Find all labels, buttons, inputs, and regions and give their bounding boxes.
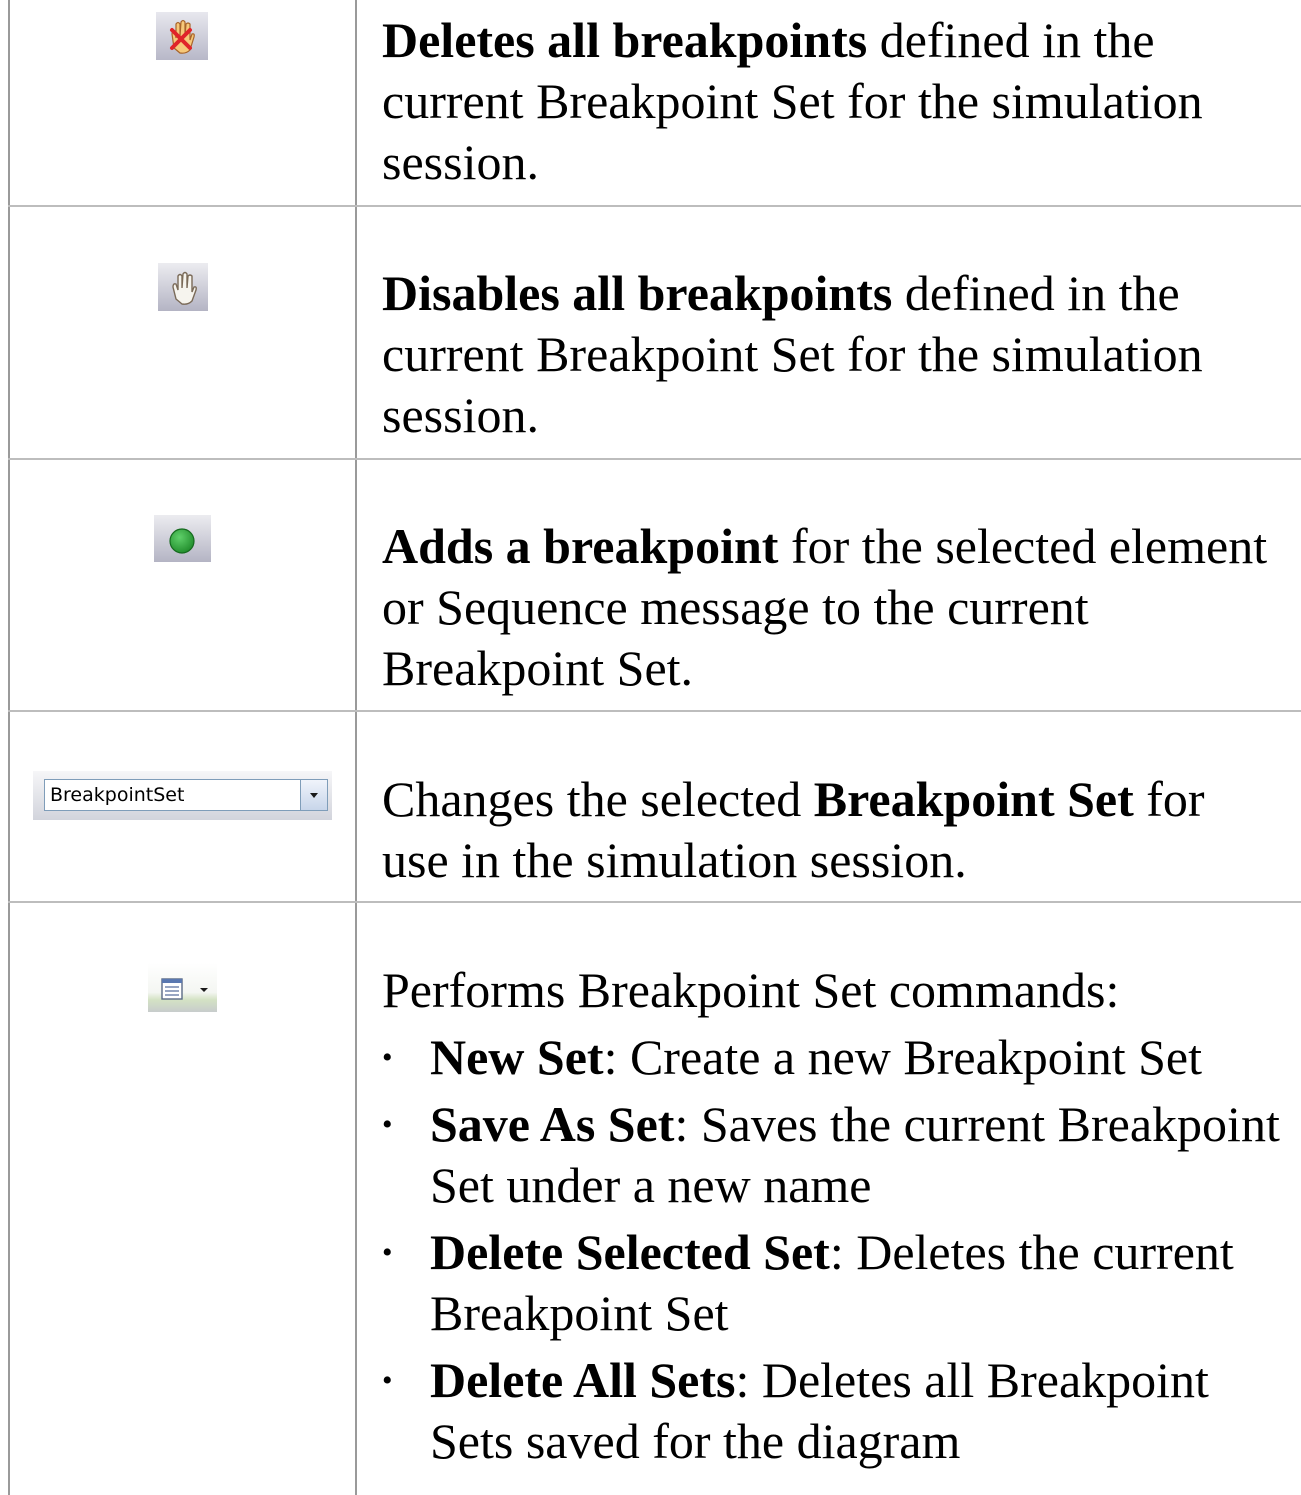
row-divider	[8, 901, 1301, 903]
command-name: Save As Set	[430, 1096, 675, 1152]
breakpoint-set-commands-icon[interactable]	[148, 963, 217, 1012]
disable-breakpoints-icon[interactable]	[158, 263, 208, 311]
row-3-description: Adds a breakpoint for the selected eleme…	[382, 516, 1282, 699]
delete-breakpoints-icon[interactable]	[156, 12, 208, 60]
row-divider	[8, 205, 1301, 207]
breakpoint-set-dropdown[interactable]: BreakpointSet	[44, 779, 328, 811]
chevron-down-icon	[310, 793, 318, 798]
row-2-bold: Disables all breakpoints	[382, 265, 893, 321]
dropdown-value: BreakpointSet	[50, 784, 185, 806]
dropdown-arrow-button[interactable]	[300, 780, 327, 810]
row-1-description: Deletes all breakpoints defined in the c…	[382, 10, 1282, 193]
bullet: •	[382, 1041, 393, 1074]
command-list: • New Set: Create a new Breakpoint Set • S…	[382, 1027, 1282, 1472]
row-4-bold: Breakpoint Set	[813, 771, 1134, 827]
row-2-description: Disables all breakpoints defined in the …	[382, 263, 1282, 446]
row-1-bold: Deletes all breakpoints	[382, 12, 868, 68]
command-name: Delete All Sets	[430, 1352, 736, 1408]
bullet: •	[382, 1108, 393, 1141]
table-column-divider	[355, 0, 357, 1495]
row-3-bold: Adds a breakpoint	[382, 518, 779, 574]
command-name: New Set	[430, 1029, 604, 1085]
add-breakpoint-icon[interactable]	[154, 515, 211, 562]
list-item: • New Set: Create a new Breakpoint Set	[382, 1027, 1282, 1088]
command-name: Delete Selected Set	[430, 1224, 830, 1280]
table-left-border	[8, 0, 10, 1495]
command-desc: : Create a new Breakpoint Set	[603, 1029, 1202, 1085]
row-divider	[8, 710, 1301, 712]
row-5-description: Performs Breakpoint Set commands: • New S…	[382, 960, 1282, 1472]
breakpoint-set-toolbar: BreakpointSet	[33, 771, 332, 820]
list-item: • Save As Set: Saves the current Breakpoi…	[382, 1094, 1282, 1216]
row-divider	[8, 458, 1301, 460]
row-4-pre: Changes the selected	[382, 771, 814, 827]
list-item: • Delete Selected Set: Deletes the curren…	[382, 1222, 1282, 1344]
bullet: •	[382, 1364, 393, 1397]
row-4-description: Changes the selected Breakpoint Set for …	[382, 769, 1282, 891]
row-5-intro: Performs Breakpoint Set commands:	[382, 962, 1120, 1018]
bullet: •	[382, 1236, 393, 1269]
list-item: • Delete All Sets: Deletes all Breakpoint…	[382, 1350, 1282, 1472]
